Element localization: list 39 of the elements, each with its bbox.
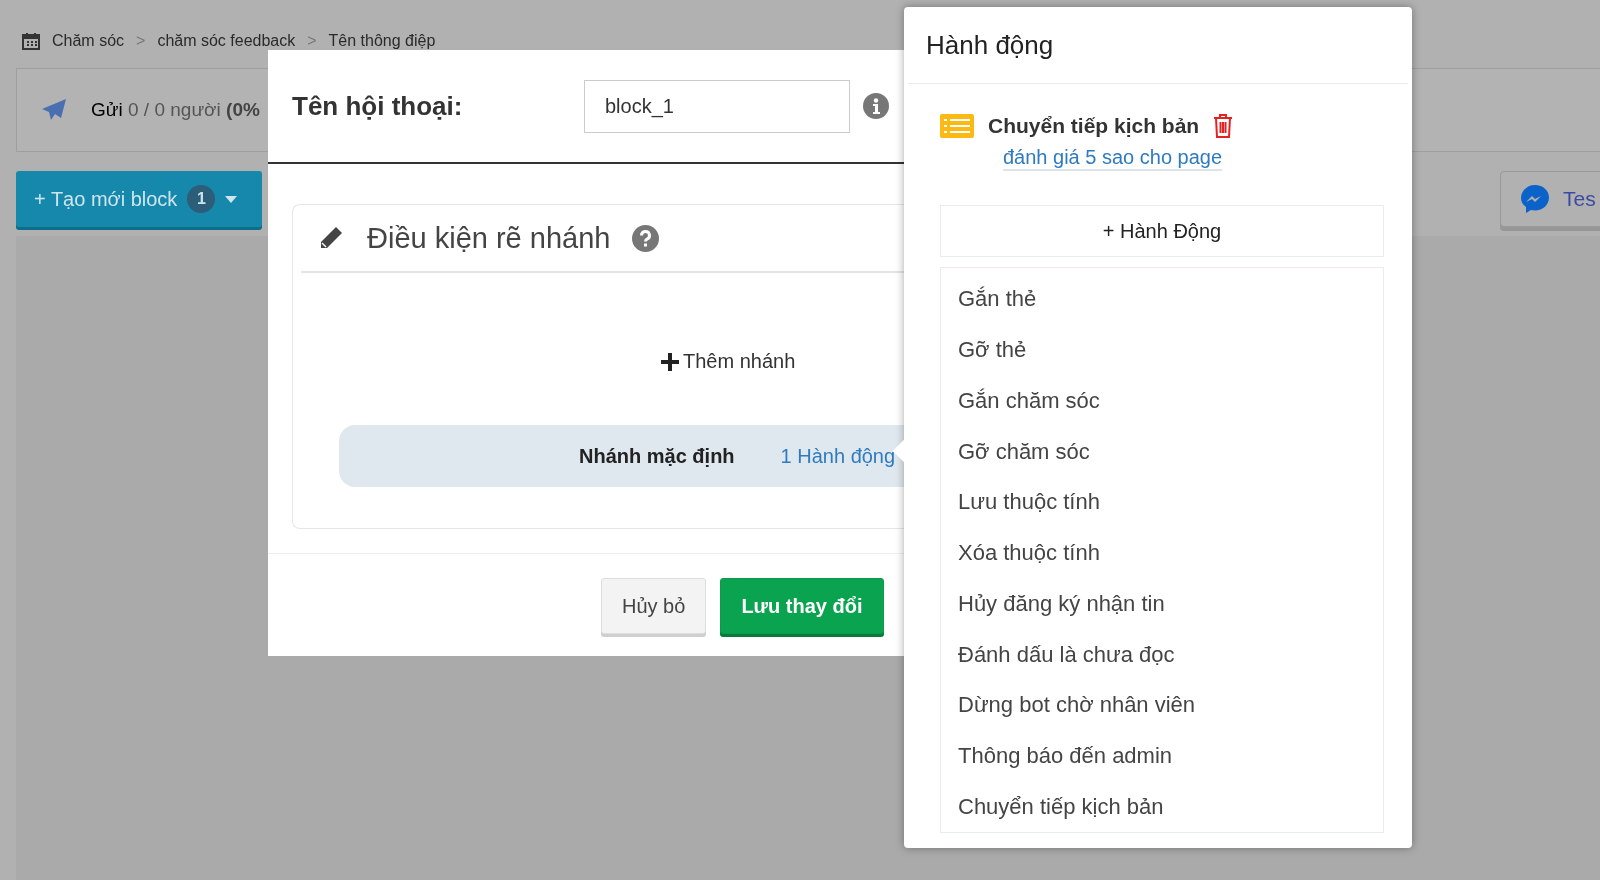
section-title: Điều kiện rẽ nhánh xyxy=(367,221,611,255)
trash-icon[interactable] xyxy=(1213,114,1234,138)
menu-item[interactable]: Chuyển tiếp kịch bản xyxy=(941,781,1383,833)
menu-item[interactable]: Gỡ chăm sóc xyxy=(941,426,1383,477)
menu-item[interactable]: Xóa thuộc tính xyxy=(941,527,1383,579)
target-link[interactable]: đánh giá 5 sao cho page xyxy=(1003,146,1223,171)
caret-icon xyxy=(225,195,238,203)
breadcrumb-separator: > xyxy=(307,32,317,50)
breadcrumb-item[interactable]: Tên thông điệp xyxy=(328,32,436,50)
calendar-icon xyxy=(22,32,40,50)
create-block-button[interactable]: + Tạo mới block 1 xyxy=(16,171,262,227)
action-name: Chuyển tiếp kịch bản xyxy=(988,114,1200,138)
menu-item[interactable]: Thông báo đến admin xyxy=(941,730,1383,782)
branch-label: Nhánh mặc định xyxy=(579,444,735,468)
menu-item[interactable]: Lưu thuộc tính xyxy=(941,476,1383,528)
add-action-button[interactable]: + Hành Động xyxy=(940,205,1384,257)
plus-icon xyxy=(661,352,679,371)
menu-item[interactable]: Hủy đăng ký nhận tin xyxy=(941,578,1383,630)
add-branch-button[interactable]: Thêm nhánh xyxy=(661,350,796,373)
send-count: Gửi 0 / 0 người (0% xyxy=(91,99,260,121)
count-badge: 1 xyxy=(187,185,216,213)
menu-item[interactable]: Gắn thẻ xyxy=(941,274,1383,325)
list-icon xyxy=(940,114,974,138)
name-field[interactable]: block_1 xyxy=(584,79,850,133)
menu-item[interactable]: Đánh dấu là chưa đọc xyxy=(941,629,1383,680)
breadcrumb-item[interactable]: chăm sóc feedback xyxy=(157,32,296,50)
cancel-button[interactable]: Hủy bỏ xyxy=(601,578,707,634)
name-label: Tên hội thoại: xyxy=(292,90,464,122)
paper-plane-icon xyxy=(41,98,67,122)
menu-item[interactable]: Dừng bot chờ nhân viên xyxy=(941,679,1383,731)
menu-item[interactable]: Gỡ thẻ xyxy=(941,324,1383,376)
info-icon[interactable] xyxy=(863,93,889,119)
panel-title: Hành động xyxy=(908,7,1408,84)
actions-link[interactable]: 1 Hành động xyxy=(780,444,896,468)
breadcrumb-item[interactable]: Chăm sóc xyxy=(52,32,125,50)
messenger-icon xyxy=(1519,183,1551,215)
menu-item[interactable]: Gắn chăm sóc xyxy=(941,375,1383,427)
help-icon[interactable] xyxy=(632,224,660,252)
breadcrumb-separator: > xyxy=(136,32,146,50)
